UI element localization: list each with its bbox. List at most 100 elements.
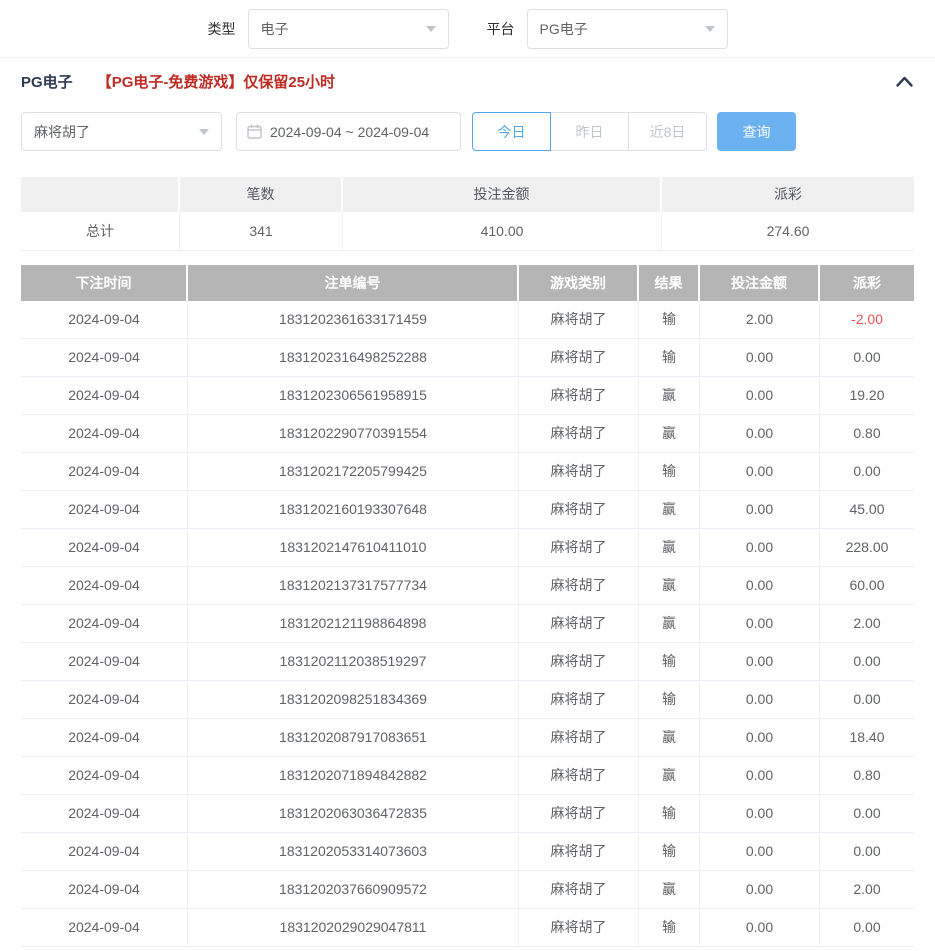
game-type: 麻将胡了 [519,871,639,909]
bet-time: 2024-09-04 [21,643,188,681]
game-type: 麻将胡了 [519,719,639,757]
type-label: 类型 [208,19,236,39]
type-select[interactable]: 电子 [248,9,449,49]
top-filter-bar: 类型 电子 平台 PG电子 [0,0,935,58]
result: 输 [639,643,700,681]
payout: 0.00 [820,795,914,833]
bet-amount: 0.00 [700,605,820,643]
bet-id: 1831202137317577734 [188,567,519,605]
game-type: 麻将胡了 [519,643,639,681]
query-button[interactable]: 查询 [717,112,796,151]
last8days-button[interactable]: 近8日 [628,112,707,151]
collapse-button[interactable] [895,75,914,88]
chevron-down-icon [426,26,436,32]
summary-header-bet-amount: 投注金额 [343,177,662,212]
bet-id: 1831202063036472835 [188,795,519,833]
query-filter-row: 麻将胡了 2024-09-04 ~ 2024-09-04 今日 昨日 近8日 查… [21,112,914,151]
game-type: 麻将胡了 [519,491,639,529]
result: 赢 [639,491,700,529]
table-row: 2024-09-041831202098251834369麻将胡了输0.000.… [21,681,914,719]
payout: 0.80 [820,757,914,795]
bet-time: 2024-09-04 [21,719,188,757]
bet-time: 2024-09-04 [21,681,188,719]
game-select[interactable]: 麻将胡了 [21,112,222,151]
table-row: 2024-09-041831202137317577734麻将胡了赢0.0060… [21,567,914,605]
bet-id: 1831202029029047811 [188,909,519,947]
payout: 228.00 [820,529,914,567]
game-type: 麻将胡了 [519,909,639,947]
result: 输 [639,833,700,871]
bet-time: 2024-09-04 [21,795,188,833]
table-row: 2024-09-041831202053314073603麻将胡了输0.000.… [21,833,914,871]
result: 输 [639,453,700,491]
payout: 18.40 [820,719,914,757]
result: 赢 [639,529,700,567]
chevron-down-icon [199,129,209,135]
payout: 0.80 [820,415,914,453]
bet-amount: 0.00 [700,833,820,871]
game-select-value: 麻将胡了 [34,122,90,142]
bet-amount: 0.00 [700,339,820,377]
bet-amount: 0.00 [700,871,820,909]
bet-amount: 0.00 [700,757,820,795]
table-row: 2024-09-041831202172205799425麻将胡了输0.000.… [21,453,914,491]
summary-header-blank [21,177,180,212]
game-type: 麻将胡了 [519,567,639,605]
game-type: 麻将胡了 [519,415,639,453]
platform-filter-group: 平台 PG电子 [487,9,728,49]
bet-id: 1831202316498252288 [188,339,519,377]
game-type: 麻将胡了 [519,605,639,643]
result: 赢 [639,757,700,795]
payout: 0.00 [820,339,914,377]
payout: 2.00 [820,605,914,643]
records-header-bet-time: 下注时间 [21,265,188,301]
platform-select[interactable]: PG电子 [527,9,728,49]
records-header-bet-id: 注单编号 [188,265,519,301]
records-header-row: 下注时间 注单编号 游戏类别 结果 投注金额 派彩 [21,265,914,301]
type-filter-group: 类型 电子 [208,9,449,49]
result: 赢 [639,871,700,909]
table-row: 2024-09-041831202121198864898麻将胡了赢0.002.… [21,605,914,643]
type-select-value: 电子 [261,19,289,39]
bet-id: 1831202121198864898 [188,605,519,643]
game-type: 麻将胡了 [519,795,639,833]
table-row: 2024-09-041831202071894842882麻将胡了赢0.000.… [21,757,914,795]
result: 输 [639,301,700,339]
bet-amount: 0.00 [700,529,820,567]
table-row: 2024-09-041831202160193307648麻将胡了赢0.0045… [21,491,914,529]
yesterday-button[interactable]: 昨日 [550,112,629,151]
result: 赢 [639,415,700,453]
summary-header-payout: 派彩 [662,177,914,212]
bet-time: 2024-09-04 [21,909,188,947]
today-button[interactable]: 今日 [472,112,551,151]
date-range-input[interactable]: 2024-09-04 ~ 2024-09-04 [236,112,461,151]
table-row: 2024-09-041831202029029047811麻将胡了输0.000.… [21,909,914,947]
bet-amount: 0.00 [700,909,820,947]
payout: 0.00 [820,833,914,871]
summary-table: 笔数 投注金额 派彩 总计 341 410.00 274.60 [21,177,914,251]
records-table: 下注时间 注单编号 游戏类别 结果 投注金额 派彩 2024-09-041831… [21,265,914,947]
bet-id: 1831202306561958915 [188,377,519,415]
payout: 45.00 [820,491,914,529]
bet-amount: 0.00 [700,453,820,491]
summary-header-count: 笔数 [180,177,343,212]
bet-id: 1831202071894842882 [188,757,519,795]
bet-amount: 0.00 [700,415,820,453]
platform-select-value: PG电子 [540,19,588,39]
payout: 0.00 [820,453,914,491]
records-header-payout: 派彩 [820,265,914,301]
pg-panel: PG电子 【PG电子-免费游戏】仅保留25小时 麻将胡了 2024-09-04 … [0,62,935,947]
payout: 19.20 [820,377,914,415]
result: 赢 [639,719,700,757]
table-row: 2024-09-041831202306561958915麻将胡了赢0.0019… [21,377,914,415]
game-type: 麻将胡了 [519,339,639,377]
bet-amount: 0.00 [700,491,820,529]
bet-id: 1831202290770391554 [188,415,519,453]
payout: 0.00 [820,681,914,719]
bet-id: 1831202160193307648 [188,491,519,529]
panel-notice: 【PG电子-免费游戏】仅保留25小时 [97,71,335,92]
bet-time: 2024-09-04 [21,529,188,567]
bet-time: 2024-09-04 [21,339,188,377]
game-type: 麻将胡了 [519,757,639,795]
bet-time: 2024-09-04 [21,605,188,643]
